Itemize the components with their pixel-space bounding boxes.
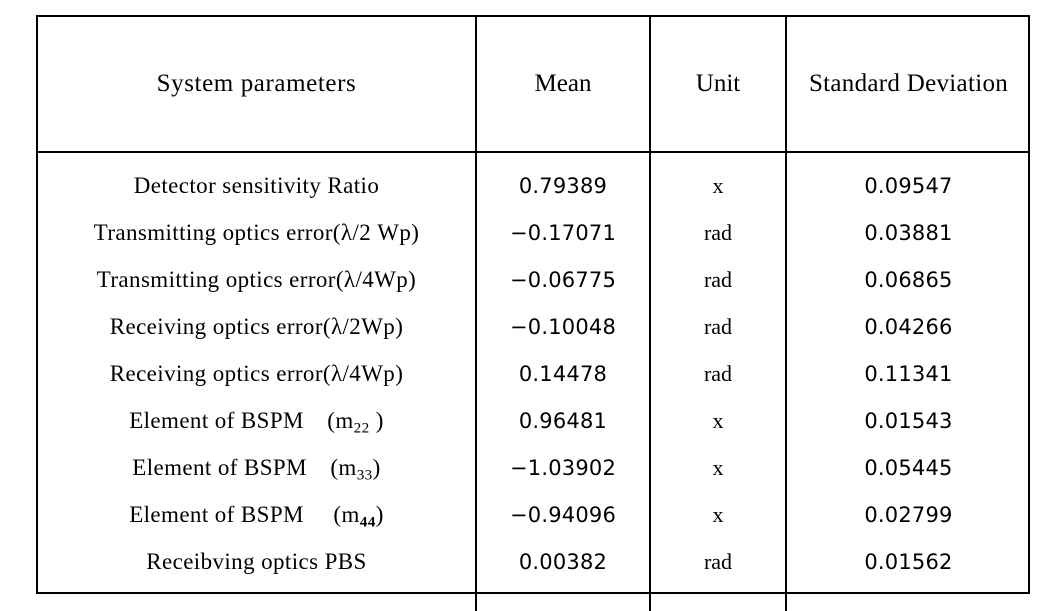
system-parameters-table: System parameters Mean Unit Standard Dev… [38,17,1030,611]
column-header-unit: Unit [650,17,787,153]
cell-parameter: Element of BSPM (m44) [38,491,477,538]
cell-standard-deviation: 0.09547 [864,173,953,198]
cell-mean: 0.14478 [476,350,651,397]
cell-unit: x [650,152,787,209]
table-row: Receibving optics PBS 0.00382 rad 0.01562 [38,538,1030,611]
parameters-table-container: System parameters Mean Unit Standard Dev… [36,15,1030,611]
cell-parameter: Transmitting optics error(λ/2 Wp) [38,209,477,256]
table-body: Detector sensitivity Ratio 0.79389 x 0.0954… [38,152,1030,611]
document-page: System parameters Mean Unit Standard Dev… [0,0,1046,611]
cell-mean: −0.94096 [476,491,651,538]
cell-mean: 0.79389 [476,152,651,209]
cell-mean: 0.00382 [476,538,651,611]
column-header-system-parameters: System parameters [38,17,477,153]
cell-parameter: Receiving optics error(λ/2Wp) [38,303,477,350]
cell-unit: x [650,444,787,491]
table-row: Element of BSPM (m22 ) 0.96481 x 0.01543 [38,397,1030,444]
cell-unit: rad [650,303,787,350]
cell-unit: rad [650,538,787,611]
table-header: System parameters Mean Unit Standard Dev… [38,17,1030,153]
cell-mean: −0.10048 [476,303,651,350]
table-row: Receiving optics error(λ/2Wp) −0.10048 rad… [38,303,1030,350]
cell-parameter: Receiving optics error(λ/4Wp) [38,350,477,397]
parameter-subscript: 22 [353,418,370,436]
cell-unit: rad [650,350,787,397]
cell-parameter: Transmitting optics error(λ/4Wp) [38,256,477,303]
cell-parameter: Receibving optics PBS [38,538,477,611]
cell-standard-deviation: 0.05445 [864,455,953,480]
column-header-mean: Mean [476,17,651,153]
parameter-subscript: 44 [359,512,376,530]
table-header-row: System parameters Mean Unit Standard Dev… [38,17,1030,153]
cell-standard-deviation: 0.11341 [864,361,953,386]
cell-mean: −1.03902 [476,444,651,491]
cell-mean: −0.06775 [476,256,651,303]
table-row: Detector sensitivity Ratio 0.79389 x 0.0954… [38,152,1030,209]
cell-mean: 0.96481 [476,397,651,444]
cell-unit: rad [650,256,787,303]
cell-unit: x [650,397,787,444]
parameter-subscript: 33 [356,465,373,483]
cell-mean: −0.17071 [476,209,651,256]
table-row: Element of BSPM (m44) −0.94096 x 0.02799 [38,491,1030,538]
table-row: Transmitting optics error(λ/2 Wp) −0.1707… [38,209,1030,256]
cell-standard-deviation: 0.01562 [864,549,953,574]
cell-unit: x [650,491,787,538]
table-row: Transmitting optics error(λ/4Wp) −0.06775… [38,256,1030,303]
cell-unit: rad [650,209,787,256]
cell-parameter: Element of BSPM (m22 ) [38,397,477,444]
cell-parameter: Element of BSPM (m33) [38,444,477,491]
table-row: Element of BSPM (m33) −1.03902 x 0.05445 [38,444,1030,491]
cell-parameter: Detector sensitivity Ratio [38,152,477,209]
cell-standard-deviation: 0.04266 [864,314,953,339]
column-header-standard-deviation: Standard Deviation [786,17,1030,153]
cell-standard-deviation: 0.01543 [864,408,953,433]
table-row: Receiving optics error(λ/4Wp) 0.14478 rad 0… [38,350,1030,397]
cell-standard-deviation: 0.03881 [864,220,953,245]
cell-standard-deviation: 0.06865 [864,267,953,292]
cell-standard-deviation: 0.02799 [864,502,953,527]
